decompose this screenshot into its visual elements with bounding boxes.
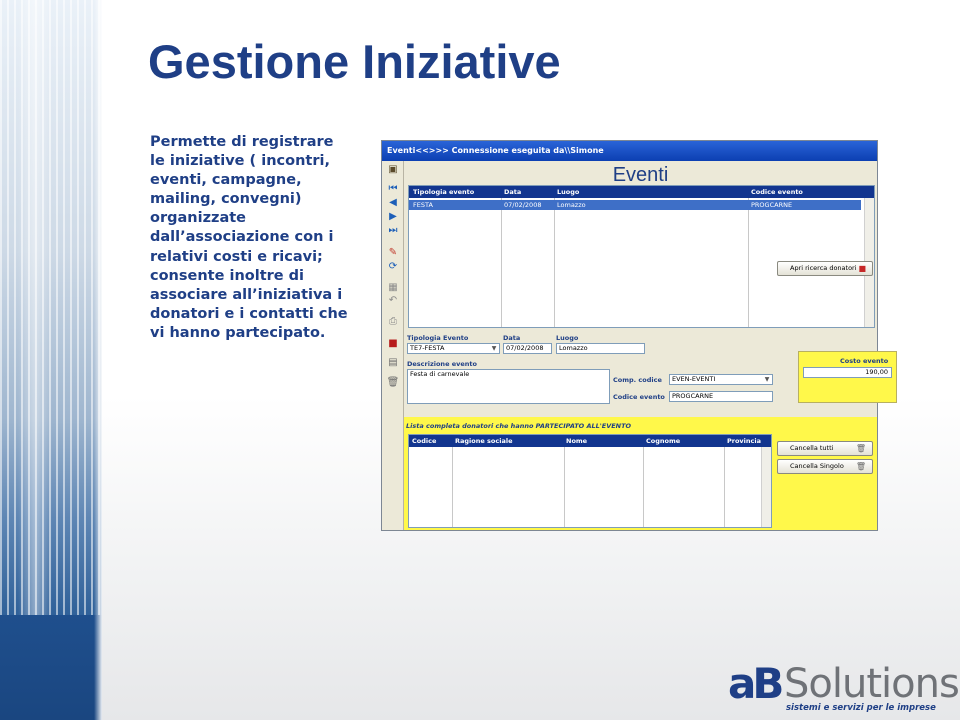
column-header-codice[interactable]: Codice — [412, 437, 436, 445]
edit-icon[interactable]: ✎ — [386, 247, 400, 259]
form-header: Eventi — [612, 164, 669, 186]
cell-tipologia: FESTA — [413, 201, 433, 209]
column-header-provincia[interactable]: Provincia — [727, 437, 761, 445]
print-icon[interactable]: ⎙ — [386, 316, 400, 328]
grid-divider — [724, 447, 725, 527]
logo-mark: aB — [728, 659, 784, 708]
apri-ricerca-label: Apri ricerca donatori — [790, 264, 857, 272]
luogo-field[interactable]: Lomazzo — [556, 343, 645, 354]
grid-divider — [452, 447, 453, 527]
events-grid: Tipologia evento Data Luogo Codice event… — [408, 185, 875, 328]
tipologia-value: TE7-FESTA — [410, 344, 445, 352]
ab-solutions-logo: aB Solutions sistemi e servizi per le im… — [728, 658, 960, 714]
donors-grid-header: Codice Ragione sociale Nome Cognome Prov… — [409, 435, 771, 447]
refresh-icon[interactable]: ⟳ — [386, 261, 400, 273]
costo-evento-panel: Costo evento 190,00 — [798, 351, 897, 403]
cancella-tutti-button[interactable]: Cancella tutti 🗑 — [777, 441, 873, 456]
window-titlebar: Eventi<<>>> Connessione eseguita da\\Sim… — [382, 141, 877, 161]
costo-evento-label: Costo evento — [840, 357, 889, 365]
cancella-singolo-label: Cancella Singolo — [790, 462, 844, 470]
trash-icon: 🗑 — [855, 444, 866, 453]
page-title: Gestione Iniziative — [148, 35, 561, 88]
first-record-icon[interactable]: ⏮ — [386, 183, 400, 195]
column-header-cognome[interactable]: Cognome — [646, 437, 680, 445]
last-record-icon[interactable]: ⏭ — [386, 225, 400, 237]
cancella-singolo-button[interactable]: Cancella Singolo 🗑 — [777, 459, 873, 474]
column-header-luogo[interactable]: Luogo — [557, 188, 579, 196]
chevron-down-icon[interactable]: ▼ — [763, 375, 771, 384]
search-donors-icon: ■ — [858, 264, 866, 273]
trash-icon: 🗑 — [855, 462, 866, 471]
tipologia-label: Tipologia Evento — [407, 334, 469, 342]
logo-wordmark: Solutions — [784, 661, 960, 707]
column-header-codice[interactable]: Codice evento — [751, 188, 803, 196]
next-record-icon[interactable]: ▶ — [386, 211, 400, 223]
data-label: Data — [503, 334, 521, 342]
notes-icon[interactable]: ▤ — [386, 357, 400, 369]
window-content: Eventi Tipologia evento Data Luogo Codic… — [404, 161, 897, 530]
events-grid-header: Tipologia evento Data Luogo Codice event… — [409, 186, 874, 198]
previous-record-icon[interactable]: ◀ — [386, 197, 400, 209]
cell-luogo: Lomazzo — [557, 201, 586, 209]
undo-icon[interactable]: ↶ — [386, 295, 400, 307]
eventi-window: Eventi<<>>> Connessione eseguita da\\Sim… — [381, 140, 897, 531]
tipologia-select[interactable]: TE7-FESTA ▼ — [407, 343, 500, 354]
logo-tagline: sistemi e servizi per le imprese — [786, 703, 936, 713]
donors-panel: Lista completa donatori che hanno PARTEC… — [404, 261, 877, 530]
comp-codice-select[interactable]: EVEN-EVENTI ▼ — [669, 374, 773, 385]
save-icon[interactable]: ▦ — [386, 282, 400, 294]
data-field[interactable]: 07/02/2008 — [503, 343, 552, 354]
delete-icon[interactable]: 🗑 — [386, 377, 400, 389]
column-header-data[interactable]: Data — [504, 188, 521, 196]
column-header-tipologia[interactable]: Tipologia evento — [413, 188, 474, 196]
codice-evento-field[interactable]: PROGCARNE — [669, 391, 773, 402]
column-header-nome[interactable]: Nome — [566, 437, 587, 445]
grid-divider — [643, 447, 644, 527]
cell-codice: PROGCARNE — [751, 201, 793, 209]
descrizione-label: Descrizione evento — [407, 360, 477, 368]
grid-divider — [564, 447, 565, 527]
apri-ricerca-donatori-button[interactable]: Apri ricerca donatori ■ — [777, 261, 873, 276]
chevron-down-icon[interactable]: ▼ — [490, 344, 498, 353]
grid-divider — [501, 198, 502, 327]
side-band-highlight — [18, 0, 52, 720]
grid-divider — [554, 198, 555, 327]
donors-caption: Lista completa donatori che hanno PARTEC… — [406, 422, 632, 430]
descrizione-field[interactable]: Festa di carnevale — [407, 369, 610, 404]
exit-icon[interactable]: ▣ — [386, 164, 400, 176]
codice-evento-label: Codice evento — [613, 393, 665, 401]
grid-divider — [748, 198, 749, 327]
comp-codice-label: Comp. codice — [613, 376, 662, 384]
slide-description: Permette di registrare le iniziative ( i… — [150, 134, 348, 341]
decorative-side-band — [0, 0, 102, 720]
vertical-toolbar: ▣ ⏮ ◀ ▶ ⏭ ✎ ⟳ ▦ ↶ ⎙ ■ ▤ 🗑 — [382, 161, 404, 530]
costo-evento-field[interactable]: 190,00 — [803, 367, 892, 378]
donors-grid-scrollbar[interactable] — [761, 447, 771, 527]
cell-data: 07/02/2008 — [504, 201, 542, 209]
column-header-ragione-sociale[interactable]: Ragione sociale — [455, 437, 512, 445]
cancella-tutti-label: Cancella tutti — [790, 444, 834, 452]
table-row[interactable]: FESTA 07/02/2008 Lomazzo PROGCARNE — [409, 200, 861, 210]
luogo-label: Luogo — [556, 334, 579, 342]
donors-grid: Codice Ragione sociale Nome Cognome Prov… — [408, 434, 772, 528]
comp-codice-value: EVEN-EVENTI — [672, 375, 716, 383]
report-icon[interactable]: ■ — [386, 338, 400, 350]
side-band-dark-block — [0, 615, 102, 720]
